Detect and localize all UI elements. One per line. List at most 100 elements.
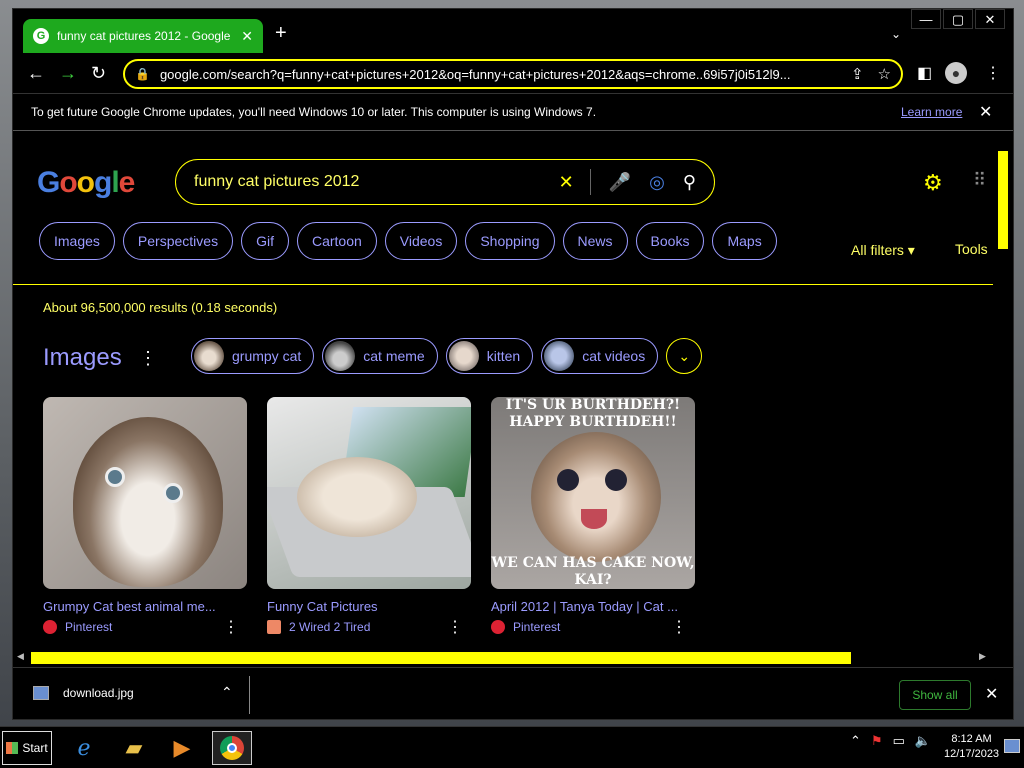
related-chip-kitten[interactable]: kitten	[445, 338, 534, 374]
search-icon[interactable]: ⚲	[683, 172, 696, 193]
network-icon[interactable]: ▭	[893, 733, 905, 749]
kitten-face-shape	[531, 432, 661, 562]
tab-search-icon[interactable]: ⌄	[891, 27, 901, 41]
logo-letter: o	[59, 166, 77, 199]
related-chip-label: cat meme	[363, 348, 425, 364]
start-button[interactable]: Start	[2, 731, 52, 765]
cat-meme-thumb	[325, 341, 356, 371]
download-options-chevron-icon[interactable]: ⌃	[221, 684, 233, 701]
images-heading[interactable]: Images	[43, 344, 122, 372]
show-desktop-button[interactable]	[1004, 739, 1020, 753]
result-menu-icon[interactable]: ⋮	[447, 617, 463, 637]
cat-body-shape	[297, 457, 417, 537]
back-arrow-icon[interactable]: ←	[27, 63, 45, 83]
download-bar-close-icon[interactable]: ✕	[985, 684, 998, 704]
all-filters-button[interactable]: All filters ▾	[851, 242, 915, 259]
address-bar[interactable]: 🔒 google.com/search?q=funny+cat+pictures…	[123, 59, 903, 89]
apps-grid-icon[interactable]: ⠿	[973, 170, 986, 191]
result-menu-icon[interactable]: ⋮	[223, 617, 239, 637]
search-input[interactable]: funny cat pictures 2012	[194, 173, 541, 191]
images-more-icon[interactable]: ⋮	[139, 348, 157, 369]
search-divider	[589, 169, 591, 195]
lens-icon[interactable]: ◎	[649, 172, 665, 193]
result-menu-icon[interactable]: ⋮	[671, 617, 687, 637]
laptop-cat-image[interactable]	[267, 397, 471, 589]
infobar-close-icon[interactable]: ✕	[979, 102, 992, 122]
related-chip-label: cat videos	[582, 348, 646, 364]
chrome-logo-center	[227, 743, 237, 753]
learn-more-link[interactable]: Learn more	[901, 105, 962, 119]
media-player-icon[interactable]: ▶	[162, 731, 202, 765]
new-tab-button[interactable]: +	[275, 23, 287, 43]
related-chip-cat-videos[interactable]: cat videos	[541, 338, 659, 374]
pinterest-icon	[491, 620, 505, 634]
menu-kebab-icon[interactable]: ⋮	[985, 63, 1001, 83]
chrome-logo-icon	[220, 736, 244, 760]
pinterest-icon	[43, 620, 57, 634]
google-logo[interactable]: Google	[37, 166, 135, 200]
cat-videos-thumb	[544, 341, 575, 371]
chrome-taskbar-icon[interactable]	[212, 731, 252, 765]
volume-muted-icon[interactable]: 🔈	[915, 733, 931, 749]
filter-chip-images[interactable]: Images	[39, 222, 115, 260]
minimize-button[interactable]: —	[911, 9, 941, 29]
grumpy-cat-image[interactable]	[43, 397, 247, 589]
scroll-left-icon[interactable]: ◀	[17, 651, 24, 662]
show-all-button[interactable]: Show all	[899, 680, 971, 710]
result-title[interactable]: April 2012 | Tanya Today | Cat ...	[491, 599, 695, 614]
filter-chip-news[interactable]: News	[562, 222, 628, 260]
profile-avatar-icon[interactable]: ●	[945, 62, 967, 84]
expand-chevron-icon[interactable]: ⌄	[666, 338, 703, 374]
microphone-icon[interactable]: 🎤	[609, 172, 631, 193]
download-item[interactable]: download.jpg	[33, 686, 134, 700]
related-chip-grumpy-cat[interactable]: grumpy cat	[191, 338, 315, 374]
logo-letter: g	[94, 166, 112, 199]
image-results: Grumpy Cat best animal me... Pinterest ⋮…	[43, 397, 715, 637]
close-window-button[interactable]: ✕	[975, 9, 1005, 29]
action-center-icon[interactable]: ⚑	[871, 733, 883, 749]
update-infobar: To get future Google Chrome updates, you…	[13, 93, 1013, 131]
image-result-card[interactable]: Funny Cat Pictures 2 Wired 2 Tired ⋮	[267, 397, 471, 637]
image-result-card[interactable]: IT'S UR BURTHDEH?! HAPPY BURTHDEH!! WE C…	[491, 397, 695, 637]
filter-chip-videos[interactable]: Videos	[384, 222, 458, 260]
filter-chip-maps[interactable]: Maps	[712, 222, 777, 260]
bookmark-star-icon[interactable]: ☆	[878, 65, 891, 83]
result-title[interactable]: Grumpy Cat best animal me...	[43, 599, 247, 614]
horizontal-scrollbar[interactable]: ◀ ▶	[13, 651, 1013, 665]
logo-letter: o	[76, 166, 95, 199]
horizontal-scroll-thumb[interactable]	[31, 652, 851, 664]
image-result-card[interactable]: Grumpy Cat best animal me... Pinterest ⋮	[43, 397, 247, 637]
filter-chip-shopping[interactable]: Shopping	[465, 222, 555, 260]
filter-chip-perspectives[interactable]: Perspectives	[122, 222, 234, 260]
settings-gear-icon[interactable]: ⚙	[923, 170, 943, 196]
scroll-right-icon[interactable]: ▶	[979, 651, 986, 662]
kitten-meme-image[interactable]: IT'S UR BURTHDEH?! HAPPY BURTHDEH!! WE C…	[491, 397, 695, 589]
result-title[interactable]: Funny Cat Pictures	[267, 599, 471, 614]
related-chip-cat-meme[interactable]: cat meme	[322, 338, 438, 374]
caret-down-icon: ▾	[907, 242, 915, 258]
clock[interactable]: 8:12 AM 12/17/2023	[944, 732, 999, 762]
cat-eye-shape	[163, 483, 183, 503]
browser-toolbar: ← → ↻ 🔒 google.com/search?q=funny+cat+pi…	[13, 55, 1013, 93]
search-box[interactable]: funny cat pictures 2012 ✕ 🎤 ◎ ⚲	[175, 159, 715, 205]
lock-icon[interactable]: 🔒	[135, 67, 150, 81]
reload-icon[interactable]: ↻	[91, 63, 106, 83]
vertical-scrollbar[interactable]	[997, 137, 1009, 647]
forward-arrow-icon[interactable]: →	[59, 63, 77, 83]
clear-icon[interactable]: ✕	[559, 172, 574, 193]
filter-chip-cartoon[interactable]: Cartoon	[296, 222, 377, 260]
tray-expand-icon[interactable]: ⌃	[850, 733, 861, 749]
related-searches: grumpy cat cat meme kitten cat videos ⌄	[191, 338, 703, 374]
vertical-scroll-thumb[interactable]	[998, 151, 1008, 249]
maximize-button[interactable]: ▢	[943, 9, 973, 29]
share-icon[interactable]: ⇪	[851, 65, 864, 83]
tools-button[interactable]: Tools	[955, 241, 988, 257]
result-source: 2 Wired 2 Tired	[289, 620, 371, 634]
internet-explorer-icon[interactable]: ℯ	[64, 731, 104, 765]
filter-chip-books[interactable]: Books	[635, 222, 705, 260]
tab-close-icon[interactable]: ✕	[241, 28, 253, 45]
active-tab[interactable]: G funny cat pictures 2012 - Google Se ✕	[23, 19, 263, 53]
side-panel-icon[interactable]: ◧	[917, 63, 932, 83]
file-explorer-icon[interactable]: ▰	[114, 731, 154, 765]
filter-chip-gif[interactable]: Gif	[241, 222, 289, 260]
